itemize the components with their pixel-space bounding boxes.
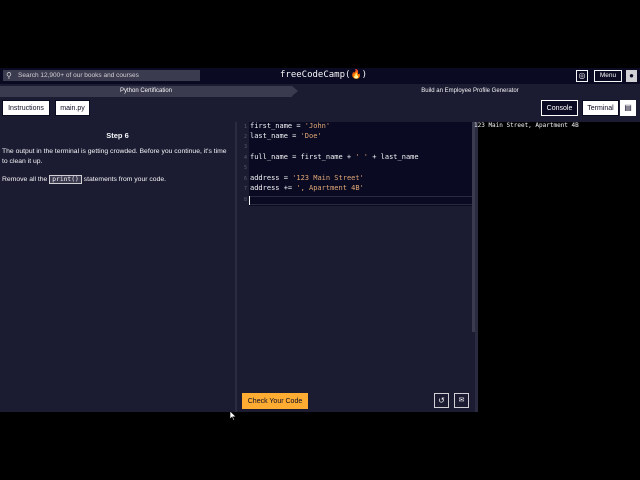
- code-line-7[interactable]: address += ', Apartment 4B': [250, 184, 364, 192]
- terminal-pane: 123 Main Street, Apartment 4B: [474, 122, 640, 412]
- line-number: 8: [243, 197, 247, 203]
- task-text-before: Remove all the: [2, 176, 50, 183]
- file-tab-main-py[interactable]: main.py: [55, 100, 90, 116]
- line-number: 1: [243, 124, 247, 130]
- instructions-tab[interactable]: Instructions: [2, 100, 50, 116]
- breadcrumb: Python Certification Build an Employee P…: [0, 86, 640, 97]
- app-window: ⚲ Search 12,900+ of our books and course…: [0, 68, 640, 421]
- help-forum-icon[interactable]: ✉: [454, 393, 469, 408]
- line-gutter: 1 2 3 4 5 6 7 8: [237, 122, 249, 203]
- line-number: 2: [243, 134, 247, 140]
- code-text: first_name =: [250, 122, 305, 130]
- console-button[interactable]: Console: [541, 100, 578, 116]
- active-line-highlight: [249, 196, 475, 205]
- task-text-after: statements from your code.: [81, 176, 167, 183]
- fcc-logo[interactable]: freeCodeCamp(🔥): [280, 70, 367, 80]
- reset-icon[interactable]: ↺: [434, 393, 449, 408]
- instruction-paragraph: The output in the terminal is getting cr…: [2, 148, 227, 165]
- code-line-6[interactable]: address = '123 Main Street': [250, 174, 364, 182]
- menu-button[interactable]: Menu: [594, 70, 622, 82]
- line-number: 4: [243, 155, 247, 161]
- instruction-task: Remove all the print() statements from y…: [2, 175, 227, 185]
- code-string: 'John': [304, 122, 331, 130]
- avatar[interactable]: ●: [626, 70, 637, 82]
- terminal-button[interactable]: Terminal: [582, 100, 619, 116]
- code-text: address =: [250, 174, 293, 182]
- code-text: last_name =: [250, 132, 301, 140]
- instructions-pane: Step 6 The output in the terminal is get…: [0, 122, 235, 412]
- code-string: '123 Main Street': [292, 174, 364, 182]
- step-title: Step 6: [106, 131, 129, 140]
- search-icon: ⚲: [6, 71, 12, 80]
- code-text: full_name = first_name +: [250, 153, 356, 161]
- terminal-output: 123 Main Street, Apartment 4B: [474, 122, 579, 129]
- inline-code: print(): [49, 175, 82, 184]
- code-line-2[interactable]: last_name = 'Doe': [250, 132, 322, 140]
- line-number: 3: [243, 144, 247, 150]
- editor-toolbar: Instructions main.py Console Terminal ▤: [0, 98, 640, 120]
- search-box[interactable]: ⚲ Search 12,900+ of our books and course…: [3, 70, 200, 81]
- code-editor[interactable]: 1 2 3 4 5 6 7 8 first_name = 'John' last…: [237, 122, 475, 388]
- search-input[interactable]: Search 12,900+ of our books and courses: [18, 72, 139, 79]
- line-number: 5: [243, 165, 247, 171]
- code-string: ' ': [355, 153, 369, 161]
- top-nav: ⚲ Search 12,900+ of our books and course…: [0, 68, 640, 84]
- layout-icon[interactable]: ▤: [620, 100, 636, 116]
- line-number: 7: [243, 186, 247, 192]
- code-text: address +=: [250, 184, 297, 192]
- code-line-4[interactable]: full_name = first_name + ' ' + last_name: [250, 153, 419, 161]
- text-caret: [249, 196, 250, 205]
- breadcrumb-certification[interactable]: Python Certification: [0, 86, 298, 97]
- line-number: 6: [243, 176, 247, 182]
- code-text: + last_name: [368, 153, 419, 161]
- breadcrumb-project[interactable]: Build an Employee Profile Generator: [300, 86, 640, 97]
- code-string: ', Apartment 4B': [296, 184, 364, 192]
- action-bar: Check Your Code ↺ ✉: [237, 388, 475, 412]
- check-your-code-button[interactable]: Check Your Code: [242, 393, 308, 409]
- code-string: 'Doe': [300, 132, 322, 140]
- language-globe-icon[interactable]: ◎: [576, 70, 588, 82]
- code-line-1[interactable]: first_name = 'John': [250, 122, 330, 130]
